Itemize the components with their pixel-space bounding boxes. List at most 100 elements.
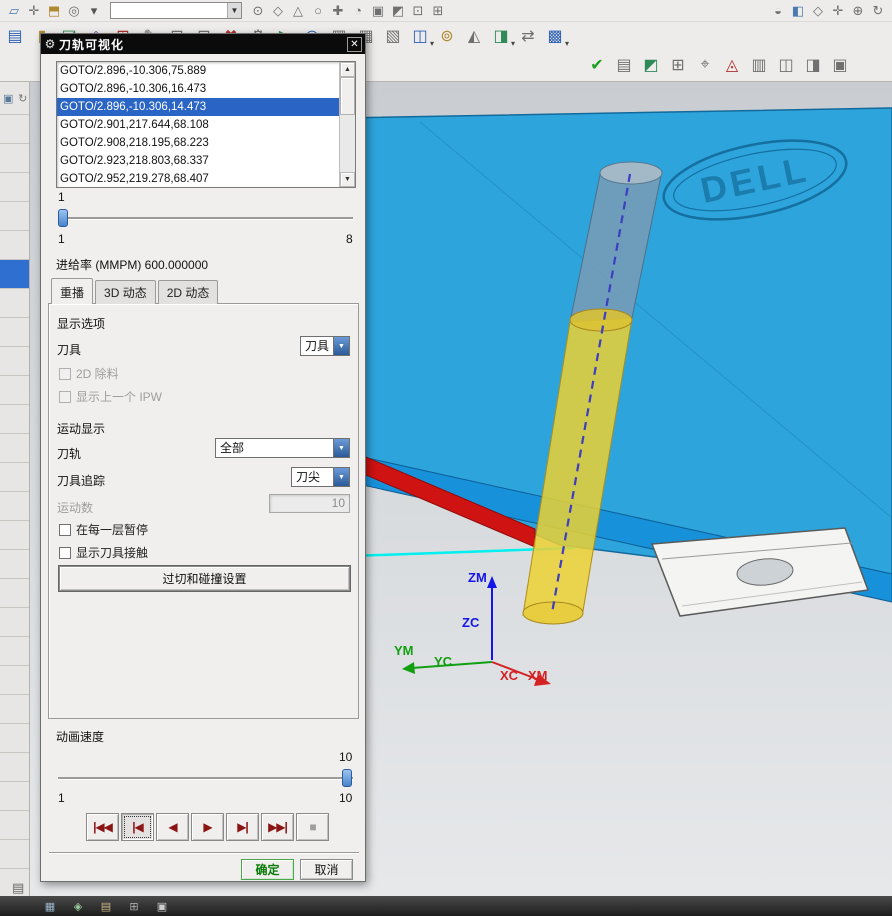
go-to-start-button[interactable]: |◀◀ xyxy=(86,813,119,841)
sidebar-row[interactable] xyxy=(0,144,29,173)
tab-3D 动态[interactable]: 3D 动态 xyxy=(95,280,156,304)
grid-icon[interactable]: ⊞ xyxy=(666,53,690,77)
sketch-icon[interactable]: ▱ xyxy=(4,1,24,21)
snap-intersection-icon[interactable]: ✚ xyxy=(328,1,348,21)
info-icon[interactable]: ◫ xyxy=(774,53,798,77)
sidebar-row[interactable] xyxy=(0,840,29,869)
sidebar-row[interactable] xyxy=(0,115,29,144)
progress-slider-track[interactable] xyxy=(58,217,353,219)
goto-line[interactable]: GOTO/2.896,-10.306,16.473 xyxy=(57,80,339,98)
orient-view-icon[interactable]: ◒ xyxy=(768,1,788,21)
snap-edge-icon[interactable]: ◩ xyxy=(388,1,408,21)
speed-slider-track[interactable] xyxy=(58,777,353,779)
goto-line[interactable]: GOTO/2.896,-10.306,14.473 xyxy=(57,98,339,116)
snap-face-icon[interactable]: ⊡ xyxy=(408,1,428,21)
snap-midpoint-icon[interactable]: △ xyxy=(288,1,308,21)
checkbox-show-ipw[interactable]: 显示上一个 IPW xyxy=(59,388,162,405)
sidebar-row[interactable] xyxy=(0,434,29,463)
transform-path-icon[interactable]: ⇄ xyxy=(516,24,540,48)
sidebar-row[interactable] xyxy=(0,724,29,753)
zoom-icon[interactable]: ⊕ xyxy=(848,1,868,21)
machine-sim-icon[interactable]: ◫ ▾ xyxy=(408,24,434,48)
play-backward-button[interactable]: ◀ xyxy=(156,813,189,841)
layer-settings-icon[interactable]: ▤ xyxy=(612,53,636,77)
sidebar-row[interactable] xyxy=(0,637,29,666)
gouge-collision-settings-button[interactable]: 过切和碰撞设置 xyxy=(59,566,350,591)
progress-slider[interactable] xyxy=(58,208,353,228)
feeds-speeds-icon[interactable]: ⊚ xyxy=(435,24,459,48)
checkbox-2d-removal[interactable]: 2D 除料 xyxy=(59,365,119,382)
tab-重播[interactable]: 重播 xyxy=(51,278,94,304)
checkbox-show-contact[interactable]: 显示刀具接触 xyxy=(59,544,148,561)
sidebar-row[interactable] xyxy=(0,521,29,550)
cancel-button[interactable]: 取消 xyxy=(300,859,353,880)
sidebar-row[interactable] xyxy=(0,550,29,579)
motion-count-field[interactable]: 10 xyxy=(269,494,350,513)
goto-line[interactable]: GOTO/2.952,219.278,68.407 xyxy=(57,170,339,187)
speed-slider[interactable] xyxy=(58,768,353,788)
tool-display-icon[interactable]: ◭ xyxy=(462,24,486,48)
play-forward-button[interactable]: ▶ xyxy=(191,813,224,841)
target-point-icon[interactable]: ⌖ xyxy=(693,53,717,77)
go-to-end-button[interactable]: ▶▶| xyxy=(261,813,294,841)
list-toolpath-icon[interactable]: ▧ xyxy=(381,24,405,48)
speed-slider-thumb[interactable] xyxy=(342,769,352,787)
rotate-view-icon[interactable]: ↻ xyxy=(868,1,888,21)
sidebar-row[interactable] xyxy=(0,173,29,202)
sidebar-row[interactable] xyxy=(0,753,29,782)
tool-track-combo[interactable]: 刀尖 ▼ xyxy=(291,467,350,487)
status-select-icon[interactable]: ▦ xyxy=(42,898,58,914)
scroll-up-icon[interactable]: ▲ xyxy=(340,62,355,77)
status-grid-icon[interactable]: ⊞ xyxy=(126,898,142,914)
measure-icon[interactable]: ◨ xyxy=(801,53,825,77)
datum-csys-icon[interactable]: ✛ xyxy=(24,1,44,21)
accept-icon[interactable]: ✔ xyxy=(585,53,609,77)
snap-center-icon[interactable]: ○ xyxy=(308,1,328,21)
dialog-titlebar[interactable]: ⚙ 刀轨可视化 ✕ xyxy=(41,34,365,54)
step-back-button[interactable]: |◀ xyxy=(121,813,154,841)
sidebar-row[interactable] xyxy=(0,579,29,608)
create-program-icon[interactable]: ▤ xyxy=(3,24,27,48)
extrude-icon[interactable]: ⬒ xyxy=(44,1,64,21)
note-icon[interactable]: ▥ xyxy=(747,53,771,77)
checkbox-pause-each-level[interactable]: 在每一层暂停 xyxy=(59,521,148,538)
close-icon[interactable]: ✕ xyxy=(347,36,362,52)
checkbox-icon[interactable] xyxy=(59,367,71,380)
selection-filter-combo[interactable]: ▼ xyxy=(110,2,242,19)
sidebar-row[interactable] xyxy=(0,405,29,434)
goto-line[interactable]: GOTO/2.923,218.803,68.337 xyxy=(57,152,339,170)
stop-button[interactable]: ■ xyxy=(296,813,329,841)
progress-slider-thumb[interactable] xyxy=(58,209,68,227)
tab-2D 动态[interactable]: 2D 动态 xyxy=(157,280,219,304)
sidebar-row[interactable] xyxy=(0,811,29,840)
sidebar-row[interactable] xyxy=(0,463,29,492)
goto-list[interactable]: ▲ ▼ GOTO/2.896,-10.306,75.889 GOTO/2.896,… xyxy=(56,61,356,188)
display-mode-icon[interactable]: ▣ xyxy=(828,53,852,77)
pan-icon[interactable]: ✛ xyxy=(828,1,848,21)
scroll-down-icon[interactable]: ▼ xyxy=(340,172,355,187)
output-cls-icon[interactable]: ▩ ▾ xyxy=(543,24,569,48)
chevron-down-icon[interactable]: ▼ xyxy=(227,3,241,18)
sidebar-row[interactable] xyxy=(0,347,29,376)
sidebar-row[interactable] xyxy=(0,492,29,521)
roles-icon[interactable]: ▣ xyxy=(2,91,15,105)
goto-list-scrollbar[interactable]: ▲ ▼ xyxy=(339,62,355,187)
goto-line[interactable]: GOTO/2.896,-10.306,75.889 xyxy=(57,62,339,80)
workpiece-icon[interactable]: ◨ ▾ xyxy=(489,24,515,48)
history-icon[interactable]: ↻ xyxy=(17,91,30,105)
clipboard-icon[interactable]: ▤ xyxy=(12,880,24,896)
status-layer-icon[interactable]: ▤ xyxy=(98,898,114,914)
shaded-view-icon[interactable]: ◧ xyxy=(788,1,808,21)
sidebar-row[interactable] xyxy=(0,608,29,637)
sidebar-row[interactable] xyxy=(0,782,29,811)
chevron-down-icon[interactable]: ▼ xyxy=(333,337,349,355)
snap-endpoint-icon[interactable]: ◇ xyxy=(268,1,288,21)
sidebar-row[interactable] xyxy=(0,695,29,724)
checkbox-icon[interactable] xyxy=(59,546,71,559)
goto-line[interactable]: GOTO/2.908,218.195,68.223 xyxy=(57,134,339,152)
group-icon[interactable]: ◩ xyxy=(639,53,663,77)
goto-line[interactable]: GOTO/2.901,217.644,68.108 xyxy=(57,116,339,134)
hole-icon[interactable]: ◎ xyxy=(64,1,84,21)
sidebar-row[interactable] xyxy=(0,260,29,289)
snap-node-icon[interactable]: ▣ xyxy=(368,1,388,21)
